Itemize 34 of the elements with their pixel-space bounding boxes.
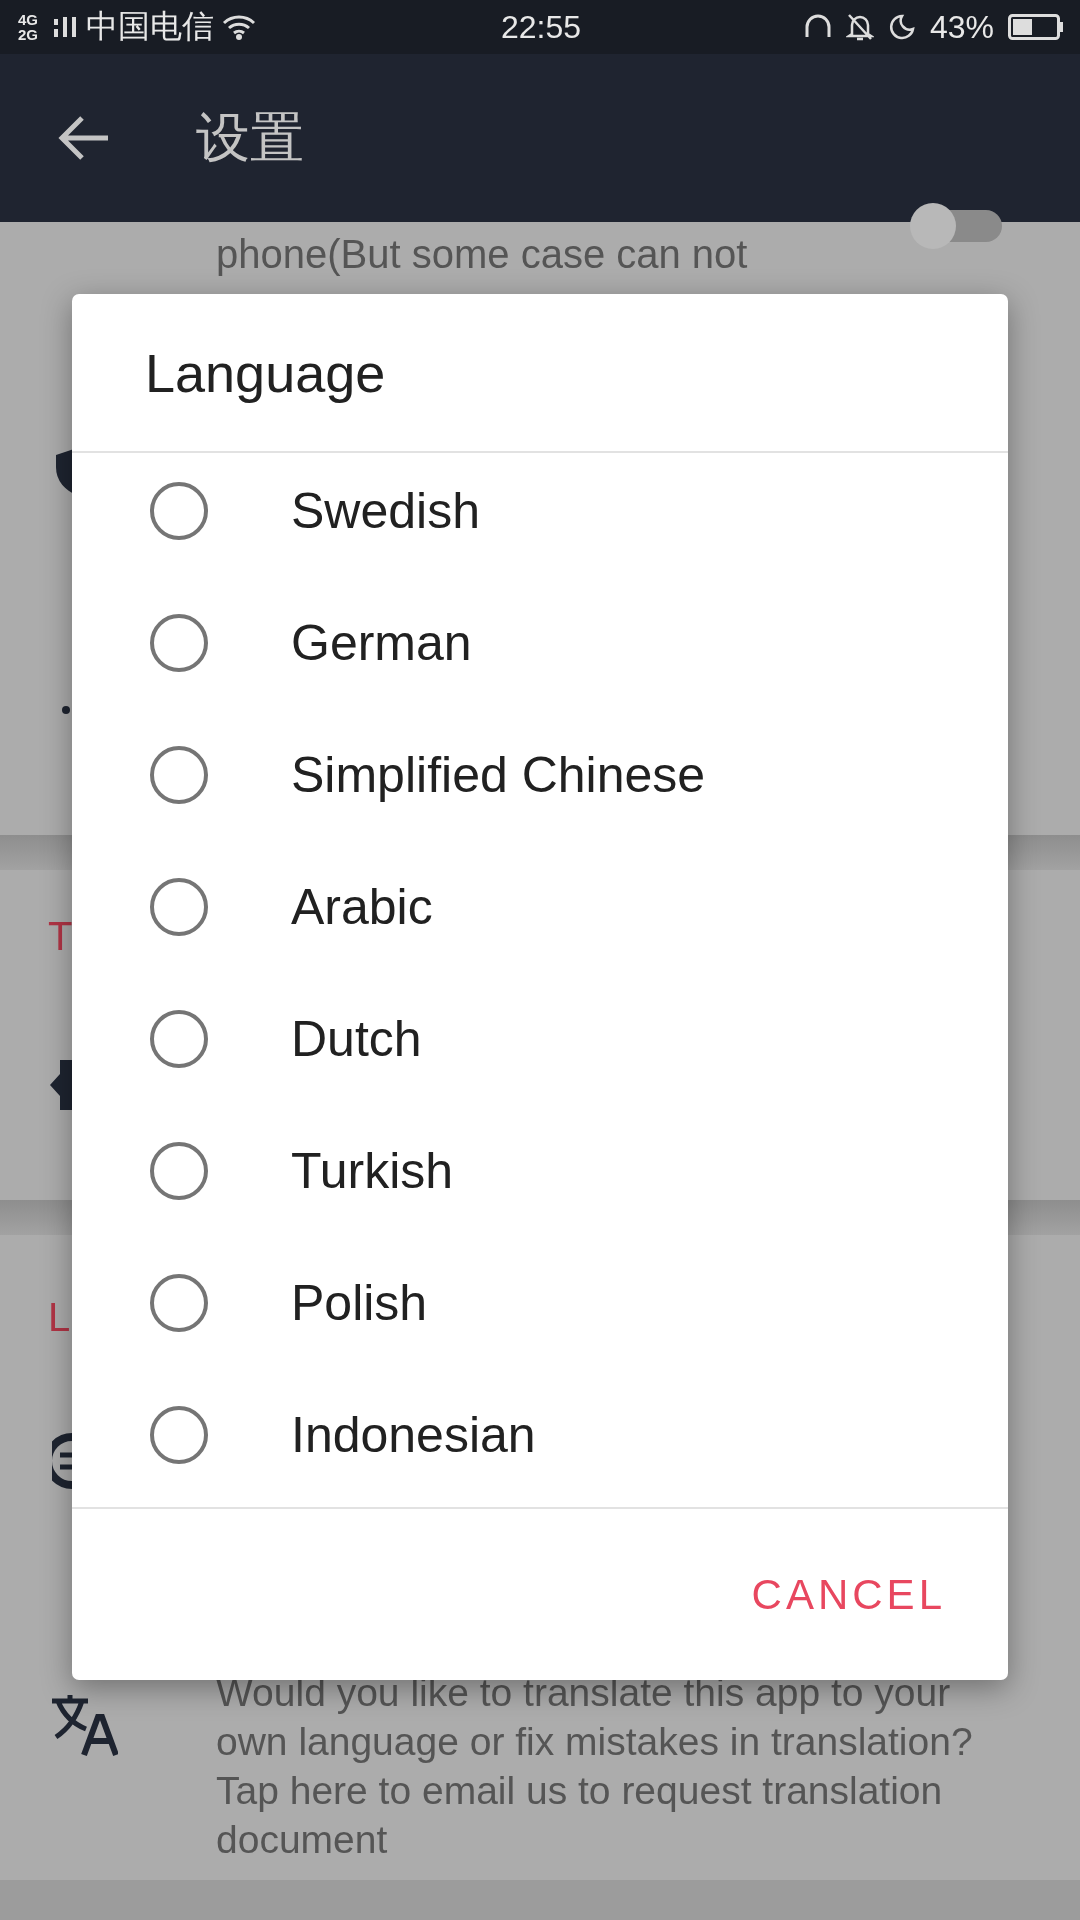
radio-button[interactable] [150,1010,208,1068]
status-time: 22:55 [500,8,582,46]
language-option[interactable]: Dutch [72,973,1008,1105]
language-option[interactable]: Arabic [72,841,1008,973]
carrier-name: 中国电信 [86,7,214,46]
language-option[interactable]: Indonesian [72,1369,1008,1501]
radio-button[interactable] [150,746,208,804]
signal-icon [52,15,78,39]
cancel-button[interactable]: CANCEL [739,1562,958,1627]
back-arrow-icon[interactable] [58,115,110,161]
moon-icon [887,13,916,41]
setting-description: phone(But some case can not [216,232,748,277]
language-option[interactable]: Turkish [72,1105,1008,1237]
radio-button[interactable] [150,1142,208,1200]
radio-button[interactable] [150,1406,208,1464]
language-option[interactable]: Simplified Chinese [72,709,1008,841]
battery-icon [1008,14,1064,40]
network-type: 4G 2G [18,12,39,42]
dialog-title: Language [72,294,1008,453]
radio-button[interactable] [150,614,208,672]
language-option[interactable]: German [72,577,1008,709]
bell-off-icon [845,12,874,42]
section-header: T [48,914,73,959]
language-option[interactable]: Polish [72,1237,1008,1369]
radio-button[interactable] [150,878,208,936]
dot-icon [62,706,70,714]
translate-icon [50,1695,118,1757]
language-option[interactable]: Swedish [72,453,1008,577]
screen-title: 设置 [196,105,304,169]
radio-button[interactable] [150,1274,208,1332]
radio-button[interactable] [150,482,208,540]
section-header: L [48,1295,71,1340]
wifi-icon [222,14,256,40]
battery-percent: 43% [929,8,994,46]
